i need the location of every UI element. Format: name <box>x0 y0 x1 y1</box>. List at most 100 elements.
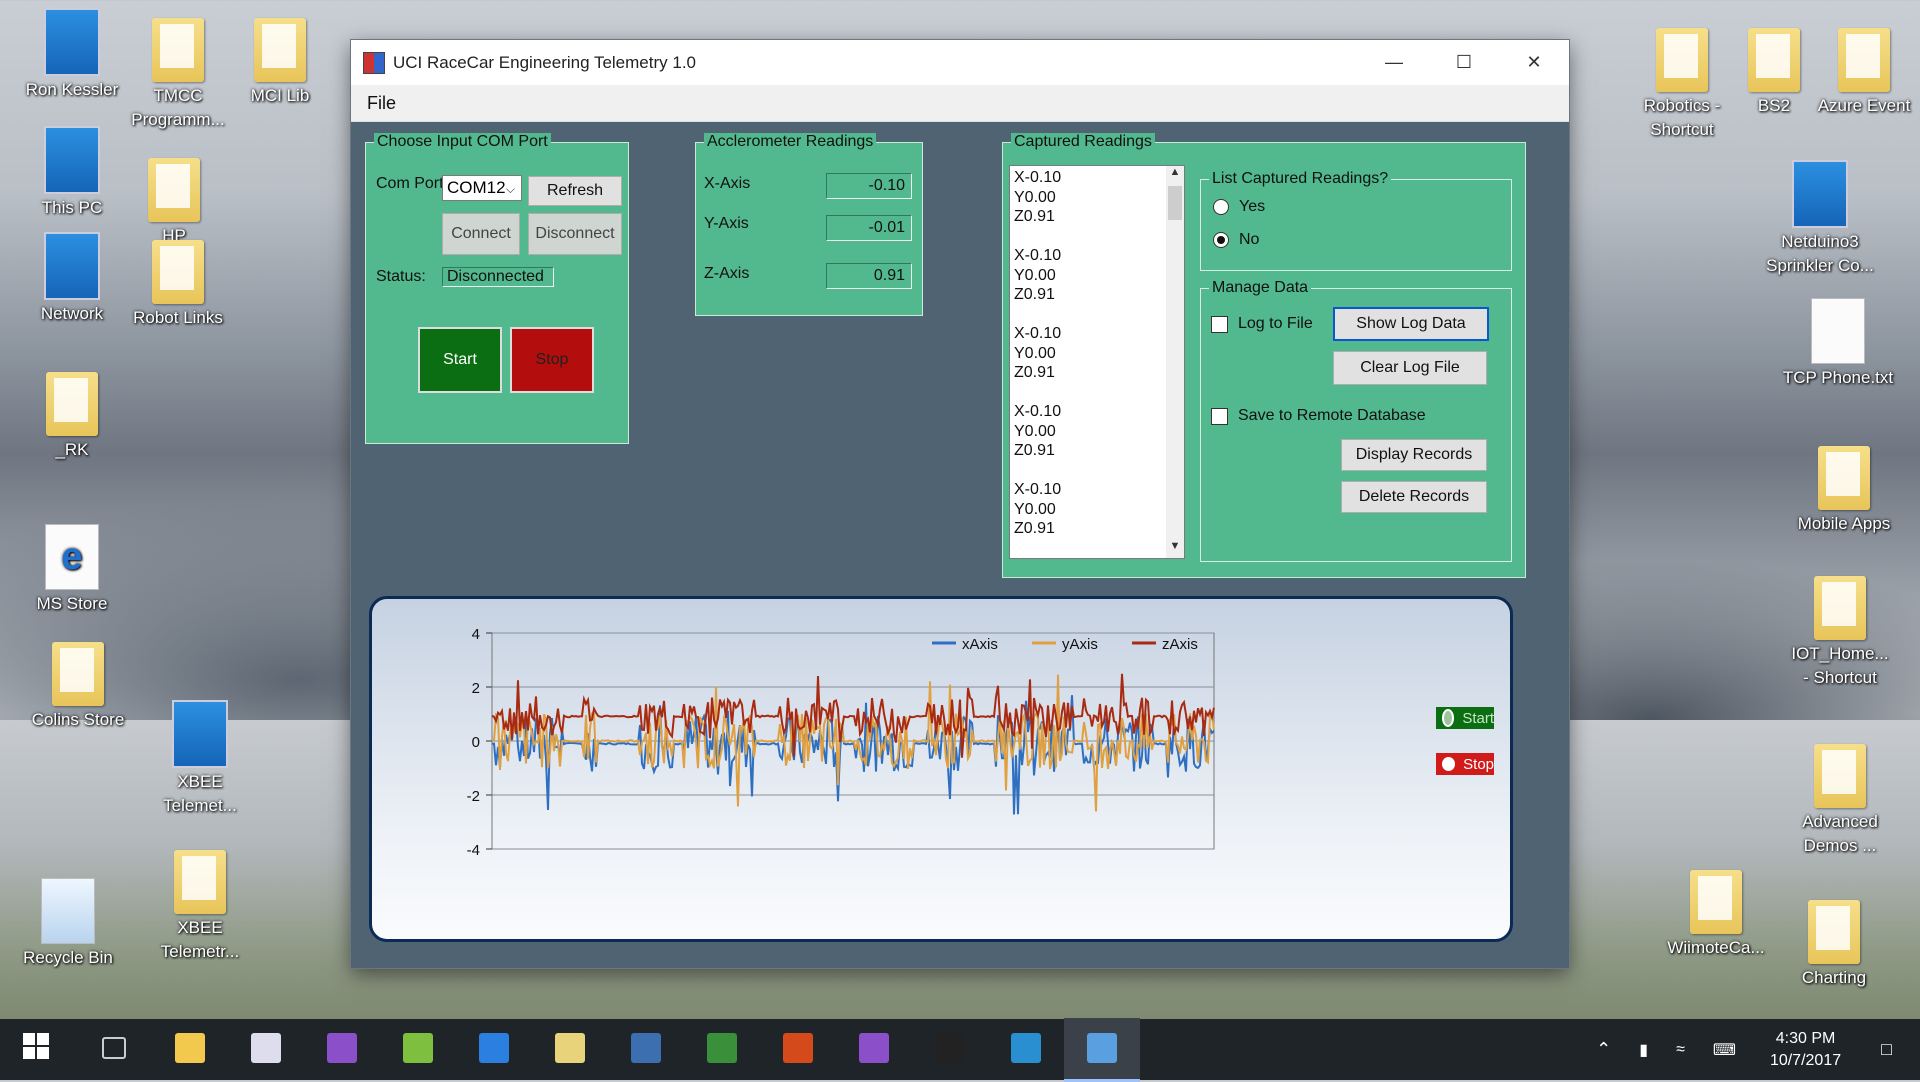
list-item[interactable] <box>1010 305 1184 325</box>
desktop-left-icon-0[interactable]: Ron Kessler <box>12 8 132 102</box>
desktop-right-icon-2[interactable]: Azure Event <box>1804 28 1920 118</box>
list-item[interactable]: Y0.00 <box>1010 344 1184 364</box>
taskbar-start-icon[interactable] <box>0 1018 76 1079</box>
taskbar: ⌃ ▮ ≈ ⌨ 4:30 PM 10/7/2017 □ <box>0 1017 1920 1082</box>
log-to-file-label: Log to File <box>1238 315 1313 332</box>
connect-button[interactable]: Connect <box>442 213 520 255</box>
taskbar-visual-studio-2-icon[interactable] <box>836 1018 912 1079</box>
stop-button[interactable]: Stop <box>510 327 594 393</box>
app-icon <box>172 700 228 768</box>
radio-no-circle[interactable] <box>1213 232 1229 248</box>
chart-stop-indicator[interactable]: Stop <box>1436 753 1494 775</box>
list-item[interactable]: X-0.10 <box>1010 324 1184 344</box>
taskbar-office-icon[interactable] <box>760 1018 836 1079</box>
radio-yes[interactable]: Yes <box>1213 198 1265 216</box>
desktop-left-icon-2[interactable]: MCI Lib <box>220 18 340 108</box>
list-item[interactable]: Z0.91 <box>1010 441 1184 461</box>
start-button[interactable]: Start <box>418 327 502 393</box>
list-item[interactable]: Y0.00 <box>1010 266 1184 286</box>
chart-start-label: Start <box>1462 709 1494 727</box>
taskbar-scope-icon[interactable] <box>912 1018 988 1079</box>
pc-icon <box>44 126 100 194</box>
desktop-left-icon-6[interactable]: Robot Links <box>118 240 238 330</box>
captured-readings-list[interactable]: X-0.10 Y0.00 Z0.91 X-0.10 Y0.00 Z0.91 X-0.10… <box>1009 165 1185 559</box>
list-item[interactable]: Z0.91 <box>1010 207 1184 227</box>
scroll-down-icon[interactable]: ▼ <box>1166 540 1184 558</box>
desktop-right-icon-4[interactable]: TCP Phone.txt <box>1778 298 1898 390</box>
taskbar-telemetry-app-icon[interactable] <box>1064 1017 1140 1082</box>
disconnect-button[interactable]: Disconnect <box>528 213 622 255</box>
clock[interactable]: 4:30 PM 10/7/2017 <box>1770 1028 1841 1072</box>
list-item[interactable]: Z0.91 <box>1010 519 1184 539</box>
scroll-up-icon[interactable]: ▲ <box>1166 166 1184 184</box>
list-item[interactable]: X-0.10 <box>1010 402 1184 422</box>
desktop-left-icon-10[interactable]: XBEE Telemet... <box>140 700 260 818</box>
desktop-right-icon-5[interactable]: Mobile Apps <box>1784 446 1904 536</box>
taskbar-task-view-icon[interactable] <box>76 1018 152 1079</box>
chevron-up-icon[interactable]: ⌃ <box>1596 1039 1611 1060</box>
radio-yes-circle[interactable] <box>1213 199 1229 215</box>
list-item[interactable] <box>1010 461 1184 481</box>
taskbar-folder-icon[interactable] <box>532 1018 608 1079</box>
close-button[interactable]: ✕ <box>1499 40 1569 85</box>
notifications-icon[interactable]: □ <box>1881 1039 1892 1060</box>
taskbar-remote-desktop-icon[interactable] <box>608 1018 684 1079</box>
desktop-left-icon-4[interactable]: HP <box>114 158 234 248</box>
maximize-button[interactable]: ☐ <box>1429 40 1499 85</box>
list-item[interactable]: Y0.00 <box>1010 500 1184 520</box>
desktop-left-icon-11[interactable]: Recycle Bin <box>8 878 128 970</box>
desktop-icon-label: Recycle Bin <box>23 948 113 967</box>
display-records-button[interactable]: Display Records <box>1341 439 1487 471</box>
list-item[interactable]: X-0.10 <box>1010 246 1184 266</box>
refresh-button[interactable]: Refresh <box>528 176 622 206</box>
chart-start-indicator[interactable]: Start <box>1436 707 1494 729</box>
battery-icon[interactable]: ▮ <box>1639 1040 1648 1060</box>
desktop-icon-label: Network <box>40 304 104 323</box>
desktop-right-icon-6[interactable]: IOT_Home... - Shortcut <box>1780 576 1900 690</box>
taskbar-file-explorer-icon[interactable] <box>152 1018 228 1079</box>
scroll-thumb[interactable] <box>1168 186 1182 220</box>
desktop-right-icon-8[interactable]: WiimoteCa... <box>1656 870 1776 960</box>
log-to-file-box[interactable] <box>1211 315 1228 333</box>
desktop-left-icon-7[interactable]: _RK <box>12 372 132 462</box>
scrollbar[interactable]: ▲ ▼ <box>1166 166 1184 558</box>
delete-records-button[interactable]: Delete Records <box>1341 481 1487 513</box>
desktop-right-icon-9[interactable]: Charting <box>1774 900 1894 990</box>
list-item[interactable]: Z0.91 <box>1010 363 1184 383</box>
list-item[interactable]: X-0.10 <box>1010 168 1184 188</box>
show-log-data-button[interactable]: Show Log Data <box>1333 307 1489 341</box>
taskbar-circuit-icon[interactable] <box>684 1018 760 1079</box>
wifi-icon[interactable]: ≈ <box>1676 1041 1685 1059</box>
taskbar-visual-studio-icon[interactable] <box>304 1018 380 1079</box>
folder-icon <box>1814 744 1866 808</box>
list-item[interactable]: Y0.00 <box>1010 422 1184 442</box>
desktop-left-icon-12[interactable]: XBEE Telemetr... <box>140 850 260 964</box>
com-port-select[interactable]: COM12 ⌵ <box>442 175 522 201</box>
save-remote-box[interactable] <box>1211 407 1228 425</box>
desktop-left-icon-5[interactable]: Network <box>12 232 132 326</box>
taskbar-glyph <box>327 1033 357 1063</box>
save-remote-checkbox[interactable]: Save to Remote Database <box>1211 407 1426 425</box>
list-item[interactable] <box>1010 383 1184 403</box>
desktop-left-icon-9[interactable]: Colins Store <box>18 642 138 732</box>
taskbar-minecraft-icon[interactable] <box>380 1018 456 1079</box>
list-item[interactable] <box>1010 227 1184 247</box>
radio-no[interactable]: No <box>1213 231 1259 249</box>
list-item[interactable]: Z0.91 <box>1010 285 1184 305</box>
taskbar-earth-icon[interactable] <box>988 1018 1064 1079</box>
taskbar-glyph <box>23 1033 53 1063</box>
desktop-icon-label: Mobile Apps <box>1797 514 1891 533</box>
list-item[interactable]: X-0.10 <box>1010 480 1184 500</box>
taskbar-edge-icon[interactable] <box>456 1018 532 1079</box>
log-to-file-checkbox[interactable]: Log to File <box>1211 315 1313 333</box>
keyboard-icon[interactable]: ⌨ <box>1713 1040 1736 1060</box>
folder-icon <box>254 18 306 82</box>
desktop-right-icon-7[interactable]: Advanced Demos ... <box>1780 744 1900 858</box>
list-item[interactable]: Y0.00 <box>1010 188 1184 208</box>
menu-file[interactable]: File <box>351 93 412 114</box>
minimize-button[interactable]: — <box>1359 40 1429 85</box>
clear-log-file-button[interactable]: Clear Log File <box>1333 351 1487 385</box>
desktop-right-icon-3[interactable]: Netduino3 Sprinkler Co... <box>1760 160 1880 278</box>
taskbar-store-icon[interactable] <box>228 1018 304 1079</box>
desktop-left-icon-8[interactable]: e MS Store <box>12 524 132 616</box>
